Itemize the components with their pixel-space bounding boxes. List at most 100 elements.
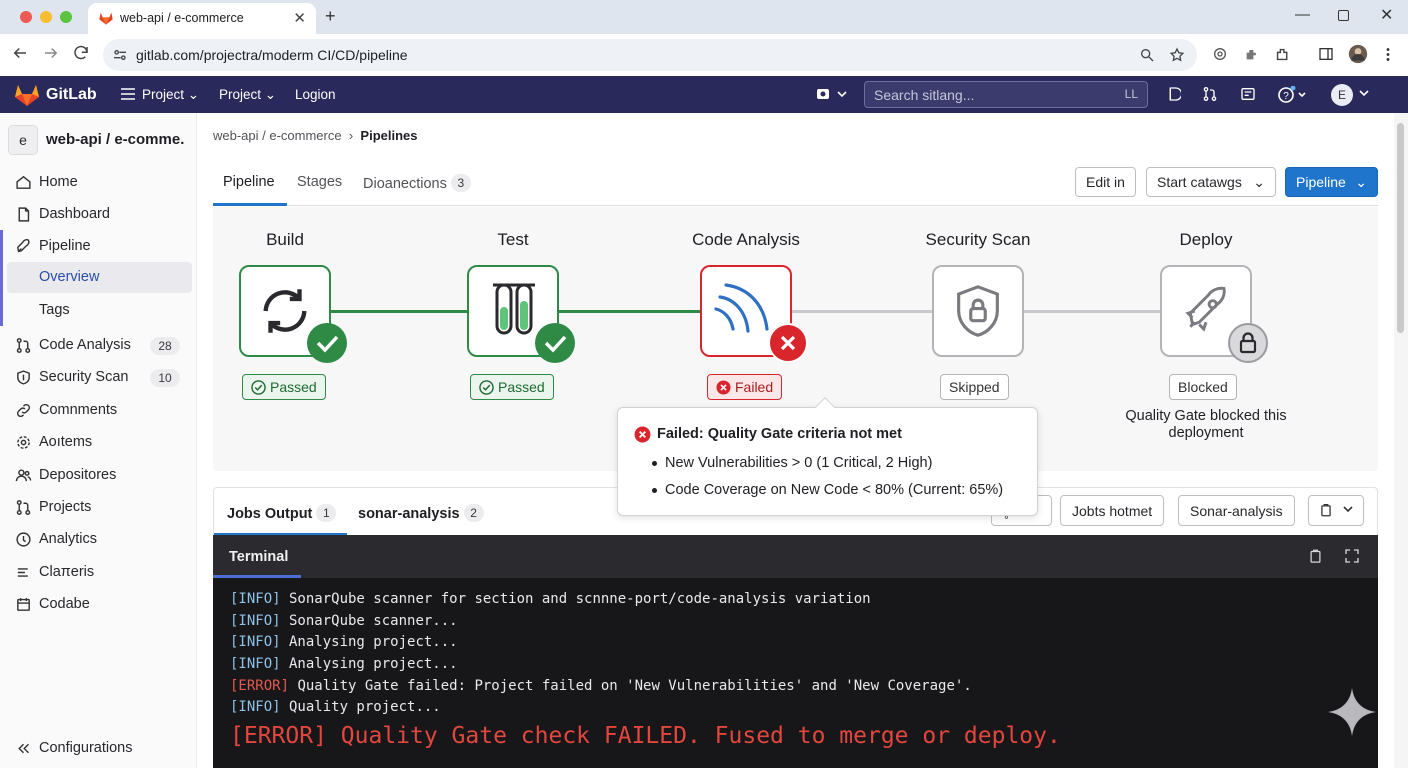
- clipboard-dropdown-button[interactable]: [1308, 495, 1364, 526]
- tab-close-icon[interactable]: ✕: [293, 9, 306, 27]
- user-avatar[interactable]: E: [1331, 84, 1353, 106]
- merge-requests-icon[interactable]: [1202, 86, 1218, 102]
- profile-avatar-icon[interactable]: [1348, 44, 1368, 64]
- edit-in-button[interactable]: Edit in: [1075, 167, 1136, 197]
- sidebar-item-claneris[interactable]: Claπeris: [0, 556, 196, 588]
- sidebar-item-security-scan[interactable]: Security Scan 10: [0, 361, 196, 393]
- back-arrow-icon[interactable]: [11, 44, 29, 62]
- sidebar-item-aoitems[interactable]: Aoıtems: [0, 426, 196, 458]
- calendar-icon: [15, 596, 32, 613]
- sidebar-configurations[interactable]: Configurations: [0, 732, 196, 764]
- minimize-icon[interactable]: —: [1295, 6, 1310, 23]
- terminal-tab-underline: [213, 575, 301, 578]
- chevron-down-icon[interactable]: [1359, 90, 1369, 98]
- issues-icon[interactable]: [1240, 86, 1256, 102]
- browser-tab[interactable]: web-api / e-commerce ✕: [88, 3, 316, 34]
- extension-circle-icon[interactable]: [1212, 46, 1228, 62]
- dioanections-count: 3: [450, 174, 471, 192]
- help-icon[interactable]: ?: [1278, 86, 1308, 104]
- site-settings-icon[interactable]: [112, 47, 128, 63]
- connector-build-test: [330, 310, 468, 313]
- project-avatar[interactable]: e: [8, 125, 38, 155]
- maximize-icon[interactable]: [1338, 10, 1349, 21]
- window-close-dot[interactable]: [20, 11, 32, 23]
- tab-active-underline: [213, 203, 287, 206]
- todo-icon[interactable]: [1165, 86, 1181, 102]
- fullscreen-icon[interactable]: [1344, 548, 1360, 564]
- url-text[interactable]: gitlab.com/projectra/moderm CI/CD/pipeli…: [136, 47, 408, 63]
- svg-text:?: ?: [1283, 91, 1289, 102]
- terminal-title[interactable]: Terminal: [229, 549, 288, 565]
- sidebar-item-home[interactable]: Home: [0, 166, 196, 198]
- tab-stages[interactable]: Stages: [297, 174, 342, 190]
- check-outline-icon: [251, 380, 266, 395]
- zoom-icon[interactable]: [1139, 47, 1155, 63]
- search-input[interactable]: Search sitlang... LL: [864, 81, 1148, 108]
- breadcrumb-current: Pipelines: [360, 128, 418, 143]
- side-panel-icon[interactable]: [1318, 46, 1334, 62]
- window-zoom-dot[interactable]: [60, 11, 72, 23]
- chevron-down-icon: ⌄: [1355, 174, 1367, 190]
- sonar-analysis-button[interactable]: Sonar-analysis: [1178, 495, 1295, 526]
- merge-icon: [15, 499, 32, 516]
- shield-lock-icon: [949, 282, 1007, 340]
- sidebar-item-codabe[interactable]: Codabe: [0, 588, 196, 620]
- url-bar[interactable]: gitlab.com/projectra/moderm CI/CD/pipeli…: [103, 39, 1197, 71]
- check-circle-icon: [535, 323, 575, 363]
- sidebar: e web-api / e-comme. Home Dashboard Pipe…: [0, 113, 197, 768]
- forward-arrow-icon[interactable]: [42, 44, 60, 62]
- info-icon: [15, 531, 32, 548]
- connector-test-analysis: [558, 310, 701, 313]
- sidebar-item-tags[interactable]: Tags: [7, 295, 192, 326]
- hamburger-icon[interactable]: [121, 88, 135, 100]
- terminal-line: [INFO] Analysing project...: [230, 656, 458, 672]
- jobs-hotmet-button[interactable]: Jobts hotmet: [1060, 495, 1165, 526]
- menu-project-2[interactable]: Project ⌄: [219, 87, 276, 103]
- stage-title-code-analysis: Code Analysis: [692, 230, 800, 249]
- new-tab-button[interactable]: +: [325, 6, 336, 27]
- terminal-header: Terminal: [213, 535, 1378, 578]
- browser-menu-icon[interactable]: [1384, 46, 1392, 63]
- extension-puzzle-icon[interactable]: [1244, 46, 1260, 62]
- users-icon: [15, 467, 32, 484]
- deploy-blocked-note: Quality Gate blocked this deployment: [1125, 408, 1287, 441]
- tab-sonar-analysis[interactable]: sonar-analysis 2: [358, 504, 484, 522]
- close-window-icon[interactable]: ✕: [1380, 5, 1393, 25]
- tab-jobs-output[interactable]: Jobs Output 1: [227, 504, 337, 522]
- window-minimize-dot[interactable]: [40, 11, 52, 23]
- copy-icon[interactable]: [1308, 548, 1323, 565]
- gitlab-brand[interactable]: GitLab: [46, 86, 97, 104]
- sidebar-item-pipeline[interactable]: Pipeline: [0, 230, 196, 262]
- start-catawgs-button[interactable]: Start catawgs ⌄: [1146, 167, 1276, 197]
- shield-icon: [15, 369, 32, 386]
- sidebar-item-depositores[interactable]: Depositores: [0, 459, 196, 491]
- sidebar-item-analytics[interactable]: Analytics: [0, 523, 196, 555]
- popover-item: New Vulnerabilities > 0 (1 Critical, 2 H…: [651, 455, 933, 471]
- link-icon: [15, 402, 32, 419]
- tab-dioanections[interactable]: Dioanections 3: [363, 174, 471, 192]
- sidebar-item-overview[interactable]: Overview: [7, 262, 192, 293]
- extensions-icon[interactable]: [1274, 46, 1291, 63]
- menu-project-1[interactable]: Project ⌄: [142, 87, 199, 103]
- camera-dropdown-icon[interactable]: [816, 86, 848, 102]
- rocket-icon: [15, 238, 32, 255]
- gitlab-favicon-icon: [98, 10, 114, 26]
- pipeline-button[interactable]: Pipeline ⌄: [1285, 167, 1378, 197]
- reload-icon[interactable]: [72, 44, 90, 62]
- bookmark-star-icon[interactable]: [1169, 47, 1185, 63]
- popover-item: Code Coverage on New Code < 80% (Current…: [651, 482, 1004, 498]
- sidebar-item-dashboard[interactable]: Dashboard: [0, 198, 196, 230]
- stage-title-test: Test: [497, 230, 529, 249]
- sidebar-item-comments[interactable]: Comnments: [0, 394, 196, 426]
- sidebar-item-projects[interactable]: Projects: [0, 491, 196, 523]
- rocket-icon: [1179, 284, 1233, 338]
- gitlab-logo-icon[interactable]: [14, 84, 40, 106]
- sidebar-item-code-analysis[interactable]: Code Analysis 28: [0, 329, 196, 361]
- menu-logion[interactable]: Logion: [295, 87, 336, 102]
- stage-security-scan[interactable]: [932, 265, 1024, 357]
- page-scrollbar[interactable]: [1394, 113, 1408, 768]
- scrollbar-thumb[interactable]: [1397, 123, 1404, 333]
- breadcrumb-parent[interactable]: web-api / e-commerce: [213, 128, 342, 143]
- tab-pipeline[interactable]: Pipeline: [223, 174, 275, 190]
- project-name[interactable]: web-api / e-comme.: [46, 131, 184, 148]
